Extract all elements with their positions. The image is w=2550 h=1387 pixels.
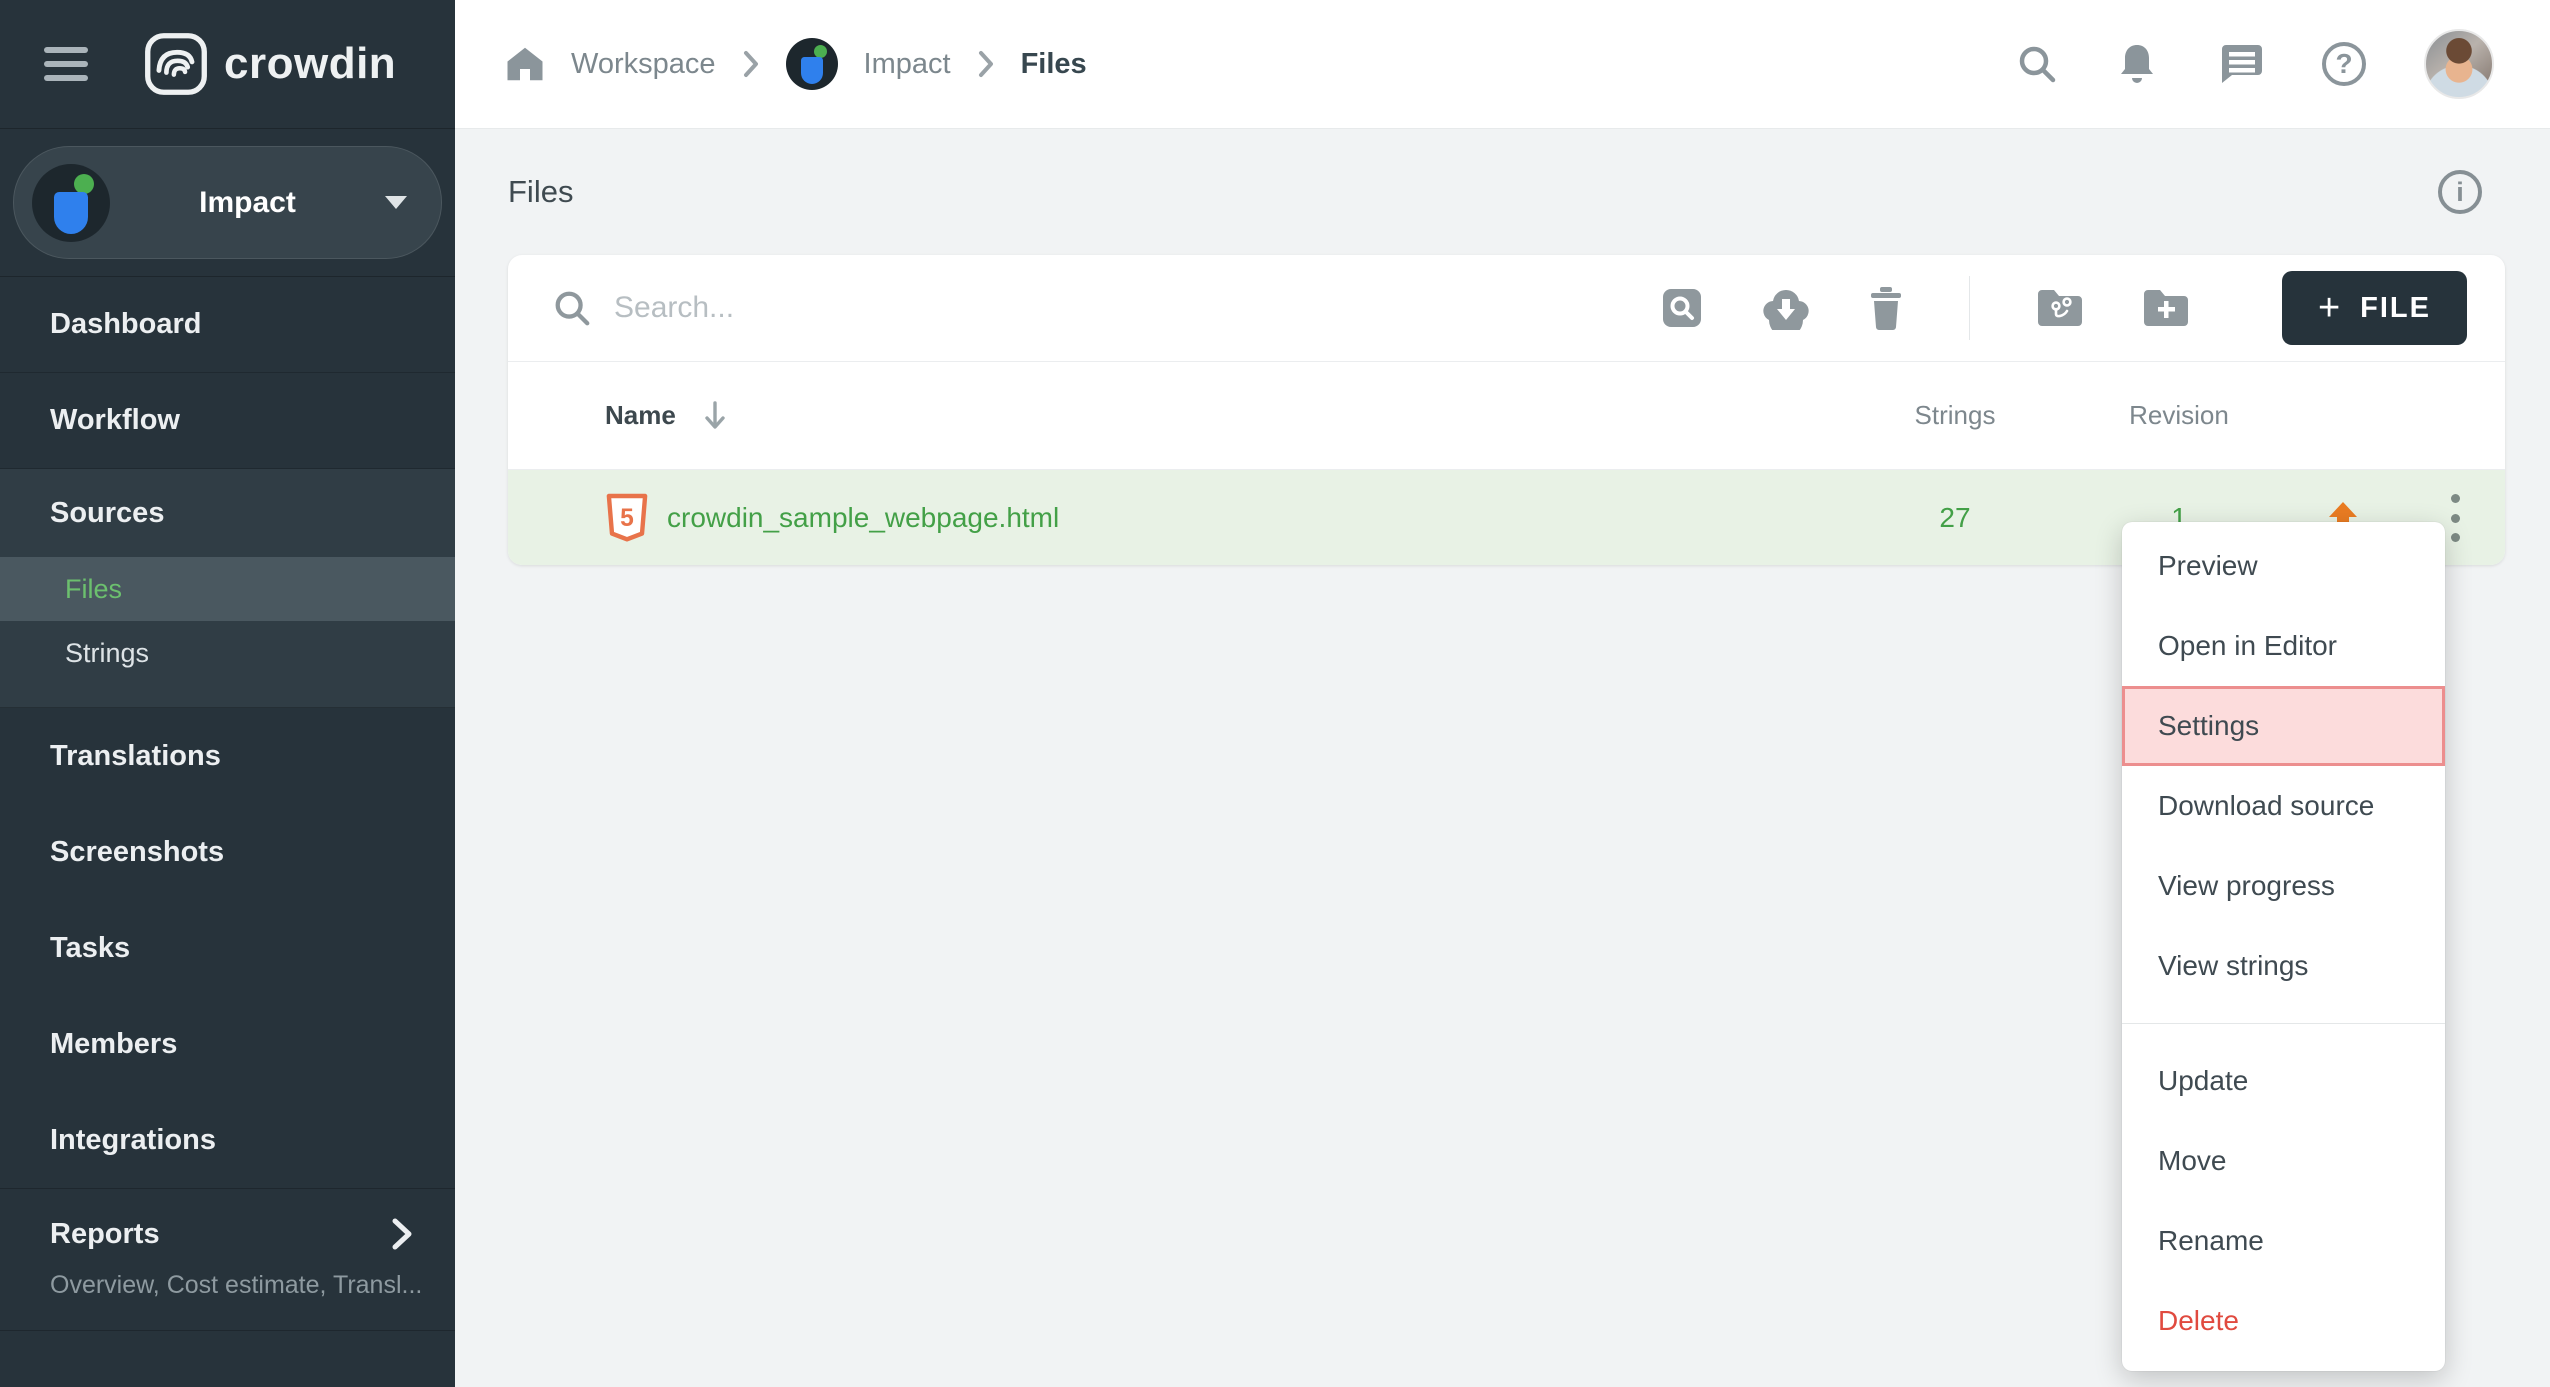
help-glyph: ? <box>2335 48 2352 80</box>
add-file-button[interactable]: + FILE <box>2282 271 2467 345</box>
column-header-name[interactable]: Name <box>605 400 676 431</box>
files-card: + FILE Name Strings Revision <box>508 255 2505 565</box>
sidebar-subitem-label: Strings <box>65 638 149 669</box>
sidebar-main-group: Translations Screenshots Tasks Members I… <box>0 708 455 1188</box>
sort-desc-icon[interactable] <box>702 400 728 432</box>
breadcrumb-project[interactable]: Impact <box>864 48 951 81</box>
table-header: Name Strings Revision <box>508 362 2505 470</box>
crowdin-logo: crowdin <box>144 32 396 96</box>
file-context-menu: Preview Open in Editor Settings Download… <box>2122 522 2445 1371</box>
sidebar-item-label: Tasks <box>50 932 130 965</box>
sidebar-item-reports[interactable]: Reports Overview, Cost estimate, Transl.… <box>0 1188 455 1331</box>
svg-text:5: 5 <box>620 504 634 531</box>
info-glyph: i <box>2456 177 2464 208</box>
column-header-strings[interactable]: Strings <box>1895 400 2015 431</box>
sidebar-item-files[interactable]: Files <box>0 557 455 621</box>
topbar: Workspace Impact Files <box>455 0 2550 129</box>
project-selector[interactable]: Impact <box>13 146 442 259</box>
chevron-down-icon <box>385 196 407 209</box>
sidebar-item-label: Workflow <box>50 404 180 437</box>
menu-item-update[interactable]: Update <box>2122 1041 2445 1121</box>
sidebar-item-label: Sources <box>50 497 164 530</box>
reports-subtitle: Overview, Cost estimate, Transl... <box>50 1271 415 1300</box>
menu-item-view-progress[interactable]: View progress <box>2122 846 2445 926</box>
sidebar-item-label: Dashboard <box>50 308 201 341</box>
page-title: Files <box>508 174 573 210</box>
sidebar-item-label: Screenshots <box>50 836 224 869</box>
crowdin-logo-icon <box>144 32 208 96</box>
project-avatar-icon <box>32 164 110 242</box>
home-icon[interactable] <box>505 45 545 83</box>
menu-item-move[interactable]: Move <box>2122 1121 2445 1201</box>
search-in-files-button[interactable] <box>1659 285 1705 331</box>
sidebar-item-integrations[interactable]: Integrations <box>0 1092 455 1188</box>
sidebar-item-label: Translations <box>50 740 221 773</box>
sidebar-item-dashboard[interactable]: Dashboard <box>0 277 455 373</box>
sidebar-item-tasks[interactable]: Tasks <box>0 900 455 996</box>
chevron-right-icon <box>742 49 760 79</box>
files-toolbar: + FILE <box>508 255 2505 362</box>
add-folder-button[interactable] <box>2140 286 2192 330</box>
notifications-bell-icon[interactable] <box>2116 41 2158 87</box>
sidebar: crowdin Impact Dashboard Workflow Source… <box>0 0 455 1387</box>
download-translations-button[interactable] <box>1759 286 1813 330</box>
chevron-right-icon <box>389 1215 415 1253</box>
sidebar-item-label: Reports <box>50 1218 160 1251</box>
hamburger-menu-icon[interactable] <box>44 47 88 81</box>
search-box <box>552 288 1659 328</box>
sidebar-item-label: Integrations <box>50 1124 216 1157</box>
breadcrumb-workspace[interactable]: Workspace <box>571 48 716 81</box>
chevron-right-icon <box>977 49 995 79</box>
search-icon[interactable] <box>2016 43 2058 85</box>
toolbar-divider <box>1969 276 1970 340</box>
page-header: Files i <box>455 129 2550 255</box>
add-file-label: FILE <box>2360 292 2431 325</box>
sidebar-item-label: Members <box>50 1028 177 1061</box>
sidebar-item-sources[interactable]: Sources <box>0 469 455 557</box>
menu-item-delete[interactable]: Delete <box>2122 1281 2445 1361</box>
menu-item-download-source[interactable]: Download source <box>2122 766 2445 846</box>
file-name-link[interactable]: crowdin_sample_webpage.html <box>667 502 1059 534</box>
menu-item-rename[interactable]: Rename <box>2122 1201 2445 1281</box>
info-icon[interactable]: i <box>2438 170 2482 214</box>
strings-count: 27 <box>1895 502 2015 534</box>
plus-icon: + <box>2318 289 2342 327</box>
html5-file-icon: 5 <box>605 493 649 543</box>
sidebar-item-workflow[interactable]: Workflow <box>0 373 455 469</box>
menu-item-open-in-editor[interactable]: Open in Editor <box>2122 606 2445 686</box>
add-branch-button[interactable] <box>2034 286 2086 330</box>
sidebar-item-members[interactable]: Members <box>0 996 455 1092</box>
sidebar-header: crowdin <box>0 0 455 129</box>
project-avatar-icon <box>786 38 838 90</box>
project-selector-wrap: Impact <box>0 129 455 277</box>
sidebar-subitem-label: Files <box>65 574 122 605</box>
messages-chat-icon[interactable] <box>2216 41 2264 87</box>
sidebar-section-sources: Sources Files Strings <box>0 469 455 708</box>
project-name: Impact <box>110 186 385 220</box>
menu-divider <box>2122 1023 2445 1024</box>
breadcrumb-current: Files <box>1021 48 1087 81</box>
sidebar-item-screenshots[interactable]: Screenshots <box>0 804 455 900</box>
search-input[interactable] <box>614 291 1214 325</box>
user-avatar[interactable] <box>2424 29 2494 99</box>
menu-item-preview[interactable]: Preview <box>2122 526 2445 606</box>
search-icon <box>552 288 592 328</box>
menu-item-settings[interactable]: Settings <box>2122 686 2445 766</box>
breadcrumb: Workspace Impact Files <box>505 38 1087 90</box>
topbar-icons: ? <box>2016 29 2494 99</box>
delete-trash-button[interactable] <box>1867 285 1905 331</box>
column-header-revision[interactable]: Revision <box>2119 400 2239 431</box>
menu-item-view-strings[interactable]: View strings <box>2122 926 2445 1006</box>
sidebar-item-strings[interactable]: Strings <box>0 621 455 685</box>
sidebar-item-translations[interactable]: Translations <box>0 708 455 804</box>
crowdin-logo-text: crowdin <box>224 39 396 89</box>
help-icon[interactable]: ? <box>2322 42 2366 86</box>
